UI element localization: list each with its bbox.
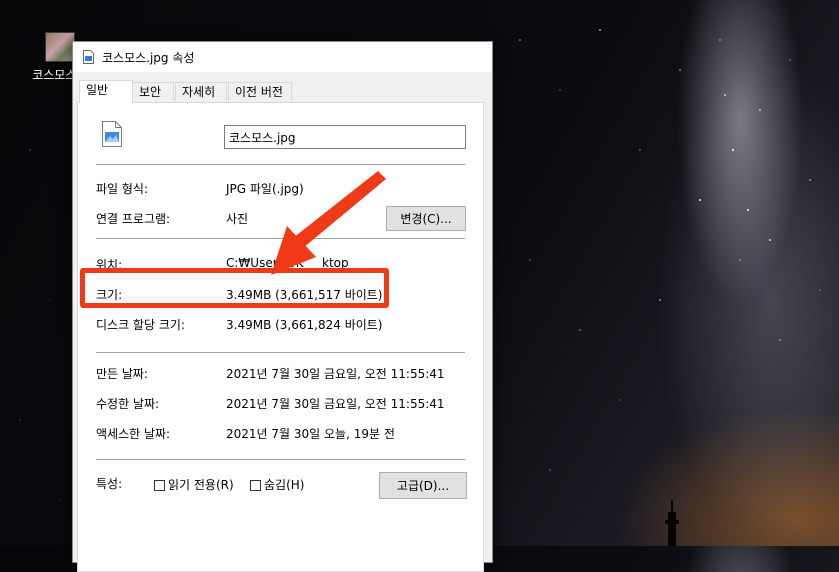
tab-details[interactable]: 자세히	[175, 82, 227, 101]
separator	[96, 164, 465, 165]
readonly-label: 읽기 전용(R)	[168, 478, 234, 492]
file-name-input[interactable]	[224, 125, 466, 149]
separator	[96, 459, 465, 460]
tab-general[interactable]: 일반	[79, 80, 133, 103]
location-label: 위치:	[96, 258, 123, 272]
image-file-icon	[102, 121, 122, 147]
opens-with-label: 연결 프로그램:	[96, 212, 171, 226]
readonly-checkbox[interactable]: 읽기 전용(R)	[154, 476, 234, 493]
change-button[interactable]: 변경(C)...	[386, 206, 466, 231]
advanced-button[interactable]: 고급(D)...	[379, 472, 467, 499]
separator	[96, 352, 465, 353]
checkbox-box[interactable]	[250, 480, 261, 491]
modified-value: 2021년 7월 30일 금요일, 오전 11:55:41	[226, 397, 445, 411]
hidden-label: 숨김(H)	[264, 478, 305, 492]
size-value: 3.49MB (3,661,517 바이트)	[226, 288, 383, 302]
separator	[96, 238, 465, 239]
created-value: 2021년 7월 30일 금요일, 오전 11:55:41	[226, 367, 445, 381]
dialog-title: 코스모스.jpg 속성	[102, 51, 195, 65]
image-thumbnail-icon	[45, 32, 75, 62]
file-type-label: 파일 형식:	[96, 182, 149, 196]
title-bar[interactable]: 코스모스.jpg 속성	[73, 42, 492, 72]
properties-dialog: 코스모스.jpg 속성 일반 보안 자세히 이전 버전 파일 형식: JPG 파…	[72, 41, 493, 572]
size-on-disk-label: 디스크 할당 크기:	[96, 318, 185, 332]
size-on-disk-value: 3.49MB (3,661,824 바이트)	[226, 318, 383, 332]
size-label: 크기:	[96, 288, 123, 302]
accessed-label: 액세스한 날짜:	[96, 427, 171, 441]
tab-previous-versions[interactable]: 이전 버전	[228, 82, 292, 101]
general-tab-panel: 파일 형식: JPG 파일(.jpg) 연결 프로그램: 사진 변경(C)...…	[77, 102, 484, 572]
attributes-label: 특성:	[96, 477, 123, 491]
created-label: 만든 날짜:	[96, 367, 149, 381]
location-value: C:₩Users₩K	[226, 256, 304, 270]
accessed-value: 2021년 7월 30일 오늘, 19분 전	[226, 427, 395, 441]
tab-security[interactable]: 보안	[132, 82, 174, 101]
image-file-icon	[83, 50, 94, 64]
hidden-checkbox[interactable]: 숨김(H)	[250, 476, 304, 493]
opens-with-value: 사진	[226, 212, 249, 226]
file-type-value: JPG 파일(.jpg)	[226, 182, 304, 196]
modified-label: 수정한 날짜:	[96, 397, 160, 411]
checkbox-box[interactable]	[154, 480, 165, 491]
location-value-tail: ktop	[322, 256, 349, 270]
